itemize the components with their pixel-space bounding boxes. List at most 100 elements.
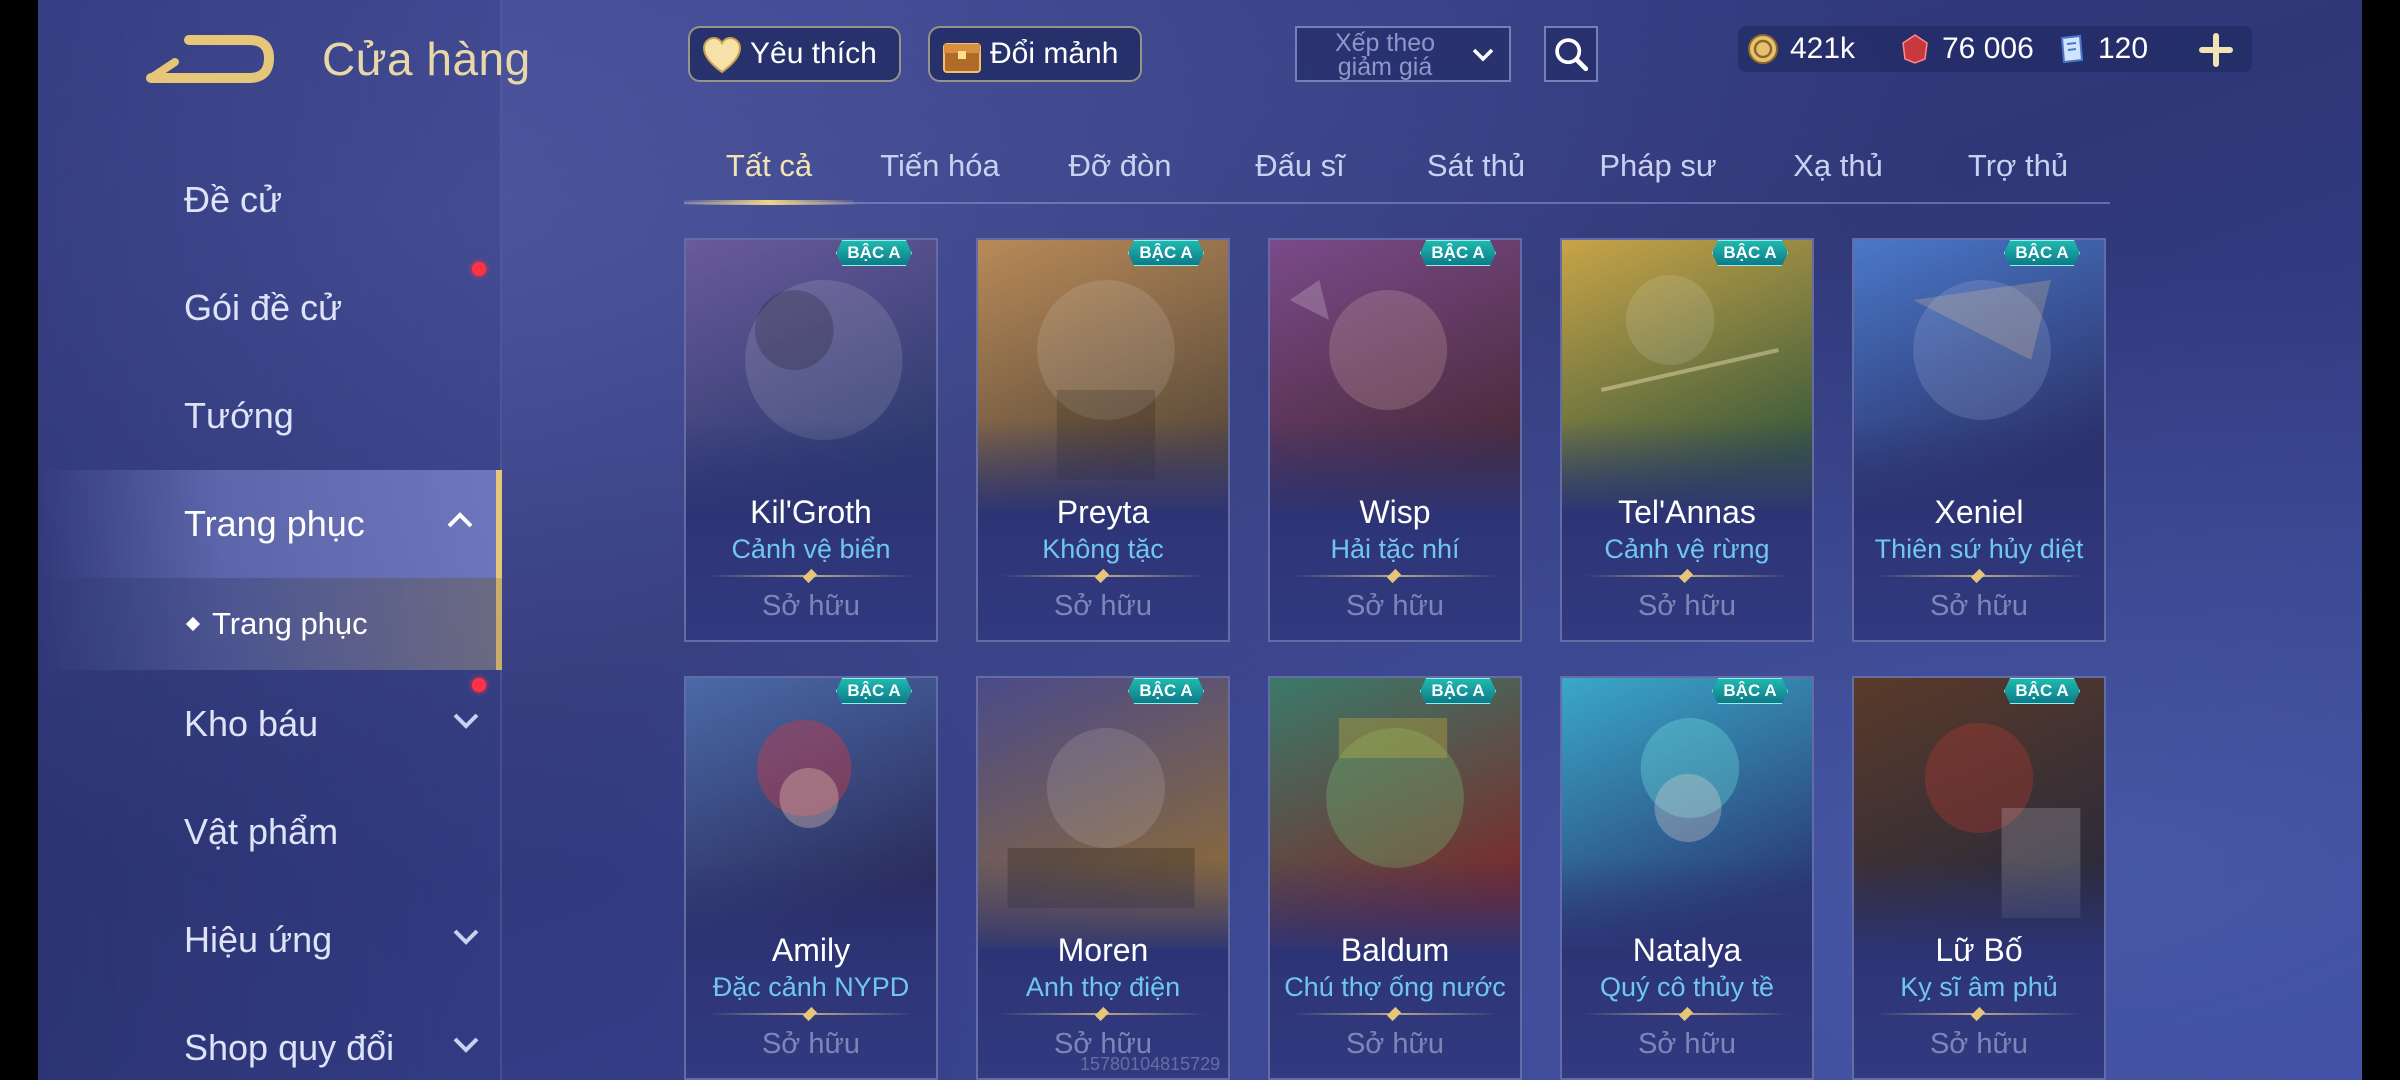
shop-screen: Cửa hàng Đề cử Gói đề cử Tướng Trang phụ… xyxy=(0,0,2400,1080)
notification-dot xyxy=(472,678,486,692)
tab-support[interactable]: Trợ thủ xyxy=(1938,148,2098,204)
search-icon[interactable] xyxy=(1544,26,1598,82)
gold-balance: 421k xyxy=(1746,26,1855,72)
tier-badge: BẬC A xyxy=(836,240,912,266)
owned-status: Sở hữu xyxy=(1345,1028,1445,1060)
card-divider xyxy=(708,1013,914,1015)
screen-edge-left xyxy=(0,0,38,1080)
skin-card[interactable]: BẬC A Baldum Chú thợ ống nước Sở hữu xyxy=(1268,676,1522,1080)
tab-label: Đỡ đòn xyxy=(1068,148,1172,183)
sidebar-item-exchange-shop[interactable]: Shop quy đổi xyxy=(38,994,502,1080)
skin-name: Anh thợ điện xyxy=(1025,972,1181,1002)
skin-card[interactable]: BẬC A Tel'Annas Cảnh vệ rừng Sở hữu xyxy=(1560,238,1814,642)
tier-badge: BẬC A xyxy=(836,678,912,704)
hero-name: Xeniel xyxy=(1934,494,2024,530)
card-divider xyxy=(1876,575,2082,577)
tab-evolution[interactable]: Tiến hóa xyxy=(860,148,1020,204)
tier-badge: BẬC A xyxy=(1420,240,1496,266)
back-arrow-icon[interactable] xyxy=(145,30,275,90)
skin-card[interactable]: BẬC A Moren Anh thợ điện Sở hữu xyxy=(976,676,1230,1080)
skin-card[interactable]: BẬC A Wisp Hải tặc nhí Sở hữu xyxy=(1268,238,1522,642)
hero-name: Natalya xyxy=(1632,932,1742,968)
skin-name: Chú thợ ống nước xyxy=(1284,972,1506,1002)
skin-name: Thiên sứ hủy diệt xyxy=(1874,534,2084,564)
exchange-label: Đổi mảnh xyxy=(990,37,1119,70)
tier-badge: BẬC A xyxy=(1712,678,1788,704)
sidebar-subitem-skins[interactable]: Trang phục xyxy=(38,578,502,670)
tier-badge: BẬC A xyxy=(1128,678,1204,704)
add-currency-icon[interactable] xyxy=(2196,30,2236,70)
voucher-icon xyxy=(2060,34,2084,64)
sidebar-item-treasure[interactable]: Kho báu xyxy=(38,670,502,778)
tier-badge: BẬC A xyxy=(2004,240,2080,266)
tab-marksman[interactable]: Xạ thủ xyxy=(1758,148,1918,204)
tab-all[interactable]: Tất cả xyxy=(684,148,854,204)
tier-badge: BẬC A xyxy=(1712,240,1788,266)
diamond-bullet-icon xyxy=(185,616,201,632)
tab-mage[interactable]: Pháp sư xyxy=(1578,148,1738,204)
user-id-watermark: 15780104815729 xyxy=(1080,1054,1221,1074)
sidebar-item-bundles[interactable]: Gói đề cử xyxy=(38,254,502,362)
favorite-label: Yêu thích xyxy=(750,37,877,70)
skin-card[interactable]: BẬC A Preyta Không tặc Sở hữu xyxy=(976,238,1230,642)
tab-label: Tiến hóa xyxy=(880,148,1000,183)
sidebar-item-label: Hiệu ứng xyxy=(184,919,333,960)
sort-label: Xếp theo giảm giá xyxy=(1334,29,1436,81)
card-divider xyxy=(1584,1013,1790,1015)
sidebar-item-items[interactable]: Vật phẩm xyxy=(38,778,502,886)
gem-balance: 76 006 xyxy=(1898,26,2034,72)
category-tabs: Tất cả Tiến hóa Đỡ đòn Đấu sĩ Sát thủ Ph… xyxy=(684,140,2110,205)
card-divider xyxy=(1876,1013,2082,1015)
card-divider xyxy=(1292,1013,1498,1015)
skin-name: Đặc cảnh NYPD xyxy=(712,972,910,1002)
skin-name: Cảnh vệ rừng xyxy=(1604,534,1770,564)
owned-status: Sở hữu xyxy=(1929,590,2029,622)
hero-name: Wisp xyxy=(1359,494,1431,530)
owned-status: Sở hữu xyxy=(1637,590,1737,622)
tab-label: Tất cả xyxy=(725,148,813,183)
sort-dropdown[interactable]: Xếp theo giảm giá xyxy=(1295,26,1511,82)
card-divider xyxy=(1584,575,1790,577)
voucher-value: 120 xyxy=(2098,32,2149,65)
tab-assassin[interactable]: Sát thủ xyxy=(1396,148,1556,204)
red-gem-icon xyxy=(1902,34,1928,64)
tab-warrior[interactable]: Đấu sĩ xyxy=(1220,148,1380,204)
favorite-button[interactable]: Yêu thích xyxy=(688,26,901,82)
skin-card[interactable]: BẬC A Xeniel Thiên sứ hủy diệt Sở hữu xyxy=(1852,238,2106,642)
gold-coin-icon xyxy=(1748,34,1778,64)
skin-card[interactable]: BẬC A Natalya Quý cô thủy tề Sở hữu xyxy=(1560,676,1814,1080)
card-divider xyxy=(1000,575,1206,577)
sidebar-item-label: Shop quy đổi xyxy=(184,1027,395,1068)
sidebar-item-recommended[interactable]: Đề cử xyxy=(38,146,502,254)
hero-name: Kil'Groth xyxy=(750,494,872,530)
sidebar-subitem-label: Trang phục xyxy=(212,606,368,641)
owned-status: Sở hữu xyxy=(761,590,861,622)
exchange-fragments-button[interactable]: Đổi mảnh xyxy=(928,26,1143,82)
chevron-down-icon xyxy=(453,929,479,945)
owned-status: Sở hữu xyxy=(1345,590,1445,622)
hero-name: Moren xyxy=(1057,932,1149,968)
sidebar-item-label: Vật phẩm xyxy=(184,811,339,852)
tab-tank[interactable]: Đỡ đòn xyxy=(1040,148,1200,204)
skin-name: Hải tặc nhí xyxy=(1330,534,1460,564)
tier-badge: BẬC A xyxy=(1128,240,1204,266)
screen-edge-right xyxy=(2362,0,2400,1080)
sidebar-item-label: Kho báu xyxy=(184,703,319,744)
sidebar-item-label: Tướng xyxy=(184,395,294,436)
chevron-down-icon xyxy=(453,713,479,729)
skin-card[interactable]: BẬC A Amily Đặc cảnh NYPD Sở hữu xyxy=(684,676,938,1080)
gem-value: 76 006 xyxy=(1942,32,2034,65)
sidebar-item-heroes[interactable]: Tướng xyxy=(38,362,502,470)
heart-icon xyxy=(702,36,742,74)
skin-card[interactable]: BẬC A Kil'Groth Cảnh vệ biển Sở hữu xyxy=(684,238,938,642)
owned-status: Sở hữu xyxy=(761,1028,861,1060)
skin-card[interactable]: BẬC A Lữ Bố Kỵ sĩ âm phủ Sở hữu xyxy=(1852,676,2106,1080)
hero-name: Amily xyxy=(771,932,851,968)
sidebar-item-label: Trang phục xyxy=(184,503,365,544)
sidebar-item-skins[interactable]: Trang phục xyxy=(38,470,502,578)
tier-badge: BẬC A xyxy=(1420,678,1496,704)
sidebar-item-effects[interactable]: Hiệu ứng xyxy=(38,886,502,994)
page-title: Cửa hàng xyxy=(322,33,531,85)
chest-icon xyxy=(943,43,981,73)
tab-label: Trợ thủ xyxy=(1967,148,2069,183)
